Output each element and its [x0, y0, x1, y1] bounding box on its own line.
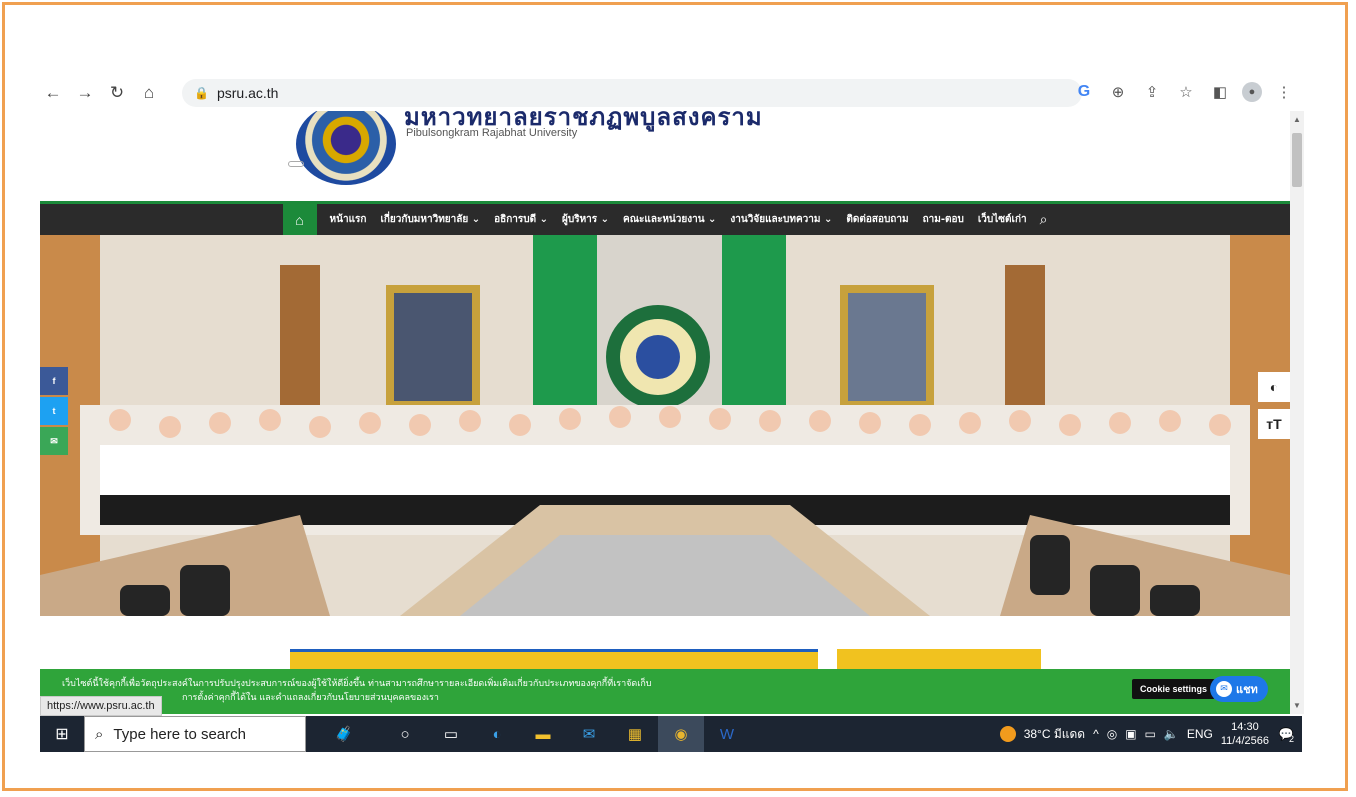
chrome-icon[interactable]: ◉ [658, 716, 704, 752]
app-tray-icon[interactable]: ▣ [1125, 727, 1136, 741]
twitter-share-icon[interactable]: t [40, 397, 68, 425]
facebook-share-icon[interactable]: f [40, 367, 68, 395]
cortana-icon[interactable]: ○ [382, 716, 428, 752]
email-share-icon[interactable]: ✉ [40, 427, 68, 455]
main-navigation: ⌂ หน้าแรก เกี่ยวกับมหาวิทยาลัย ⌄ อธิการบ… [40, 201, 1290, 235]
nav-item-president[interactable]: อธิการบดี ⌄ [494, 212, 548, 227]
search-highlight-icon[interactable]: 🧳 [306, 716, 382, 752]
nav-item-about[interactable]: เกี่ยวกับมหาวิทยาลัย ⌄ [380, 212, 480, 227]
hero-photo-illustration [40, 235, 1290, 616]
chat-label: แชท [1236, 683, 1258, 696]
nav-item-faculties[interactable]: คณะและหน่วยงาน ⌄ [623, 212, 716, 227]
nav-item-research[interactable]: งานวิจัยและบทความ ⌄ [730, 212, 832, 227]
cookie-message-line1: เว็บไซต์นี้ใช้คุกกี้เพื่อวัตถุประสงค์ในก… [62, 679, 652, 689]
weather-text[interactable]: 38°C มีแดด [1024, 725, 1085, 744]
scroll-up-icon[interactable]: ▲ [1293, 115, 1301, 124]
home-icon[interactable]: ⌂ [136, 80, 162, 106]
messenger-icon: ✉ [1216, 681, 1232, 697]
volume-icon[interactable]: 🔈 [1164, 727, 1179, 741]
system-tray: 38°C มีแดด ^ ◎ ▣ ▭ 🔈 ENG 14:30 11/4/2566… [999, 716, 1302, 752]
edge-icon[interactable]: ◐ [474, 716, 520, 752]
battery-icon[interactable]: ▭ [1145, 727, 1156, 741]
notification-count: 2 [1288, 734, 1294, 744]
scroll-thumb[interactable] [1292, 133, 1302, 187]
clock[interactable]: 14:30 11/4/2566 [1221, 720, 1269, 748]
hero-photo: f t ✉ ◐ тT [40, 235, 1290, 616]
task-view-icon[interactable]: ▭ [428, 716, 474, 752]
store-icon[interactable]: ▦ [612, 716, 658, 752]
meet-now-icon[interactable]: ◎ [1107, 727, 1117, 741]
nav-item-contact[interactable]: ติดต่อสอบถาม [846, 212, 908, 227]
nav-item-old-site[interactable]: เว็บไซต์เก่า [978, 212, 1027, 227]
cookie-settings-button[interactable]: Cookie settings [1132, 679, 1216, 699]
file-explorer-icon[interactable]: ▬ [520, 716, 566, 752]
lock-icon: 🔒 [194, 86, 209, 100]
windows-taskbar: ⊞ ⌕ Type here to search 🧳 ○ ▭ ◐ ▬ ✉ ▦ ◉ … [40, 716, 1302, 752]
cookie-consent-bar: เว็บไซต์นี้ใช้คุกกี้เพื่อวัตถุประสงค์ในก… [40, 669, 1290, 714]
top-scroll-handle[interactable] [288, 161, 304, 167]
forward-icon[interactable]: → [72, 80, 98, 106]
windows-start-icon[interactable]: ⊞ [40, 716, 84, 752]
bookmark-star-icon[interactable]: ☆ [1174, 80, 1198, 104]
nav-item-home[interactable]: หน้าแรก [330, 212, 367, 227]
chat-button[interactable]: ✉ แชท [1210, 676, 1268, 702]
text-size-icon[interactable]: тT [1258, 409, 1290, 439]
nav-item-faq[interactable]: ถาม-ตอบ [923, 212, 964, 227]
zoom-icon[interactable]: ⊕ [1106, 80, 1130, 104]
mail-icon[interactable]: ✉ [566, 716, 612, 752]
side-panel-icon[interactable]: ◧ [1208, 80, 1232, 104]
clock-date: 11/4/2566 [1220, 735, 1269, 747]
profile-avatar[interactable]: ● [1242, 82, 1262, 102]
scroll-down-icon[interactable]: ▼ [1293, 701, 1301, 710]
weather-sun-icon [999, 726, 1016, 742]
contrast-toggle-icon[interactable]: ◐ [1258, 372, 1290, 402]
tray-chevron-icon[interactable]: ^ [1093, 727, 1099, 741]
university-logo [296, 111, 396, 185]
back-icon[interactable]: ← [40, 80, 66, 106]
nav-item-executives[interactable]: ผู้บริหาร ⌄ [562, 212, 609, 227]
toolbar-actions: G ⊕ ⇪ ☆ ◧ ● ⋮ [1072, 80, 1296, 104]
search-icon: ⌕ [95, 725, 104, 743]
language-indicator[interactable]: ENG [1187, 727, 1213, 741]
page-scrollbar[interactable]: ▲ ▼ [1290, 111, 1304, 714]
word-icon[interactable]: W [704, 716, 750, 752]
search-placeholder: Type here to search [113, 725, 246, 743]
link-status-url: https://www.psru.ac.th [40, 696, 162, 716]
address-bar[interactable]: 🔒 psru.ac.th [182, 79, 1082, 107]
clock-time: 14:30 [1231, 721, 1259, 733]
nav-search-icon[interactable]: ⌕ [1040, 211, 1048, 228]
nav-home-icon[interactable]: ⌂ [282, 204, 317, 235]
menu-kebab-icon[interactable]: ⋮ [1272, 80, 1296, 104]
page-viewport: มหาวิทยาลัยราชภัฏพิบูลสงคราม Pibulsongkr… [40, 111, 1290, 714]
address-url: psru.ac.th [216, 85, 279, 101]
browser-toolbar: ← → ↻ ⌂ 🔒 psru.ac.th G ⊕ ⇪ ☆ ◧ ● ⋮ [40, 76, 1302, 110]
share-icon[interactable]: ⇪ [1140, 80, 1164, 104]
site-title-english: Pibulsongkram Rajabhat University [406, 127, 578, 139]
google-icon[interactable]: G [1072, 80, 1096, 104]
taskbar-search-input[interactable]: ⌕ Type here to search [84, 716, 306, 752]
reload-icon[interactable]: ↻ [104, 80, 130, 106]
